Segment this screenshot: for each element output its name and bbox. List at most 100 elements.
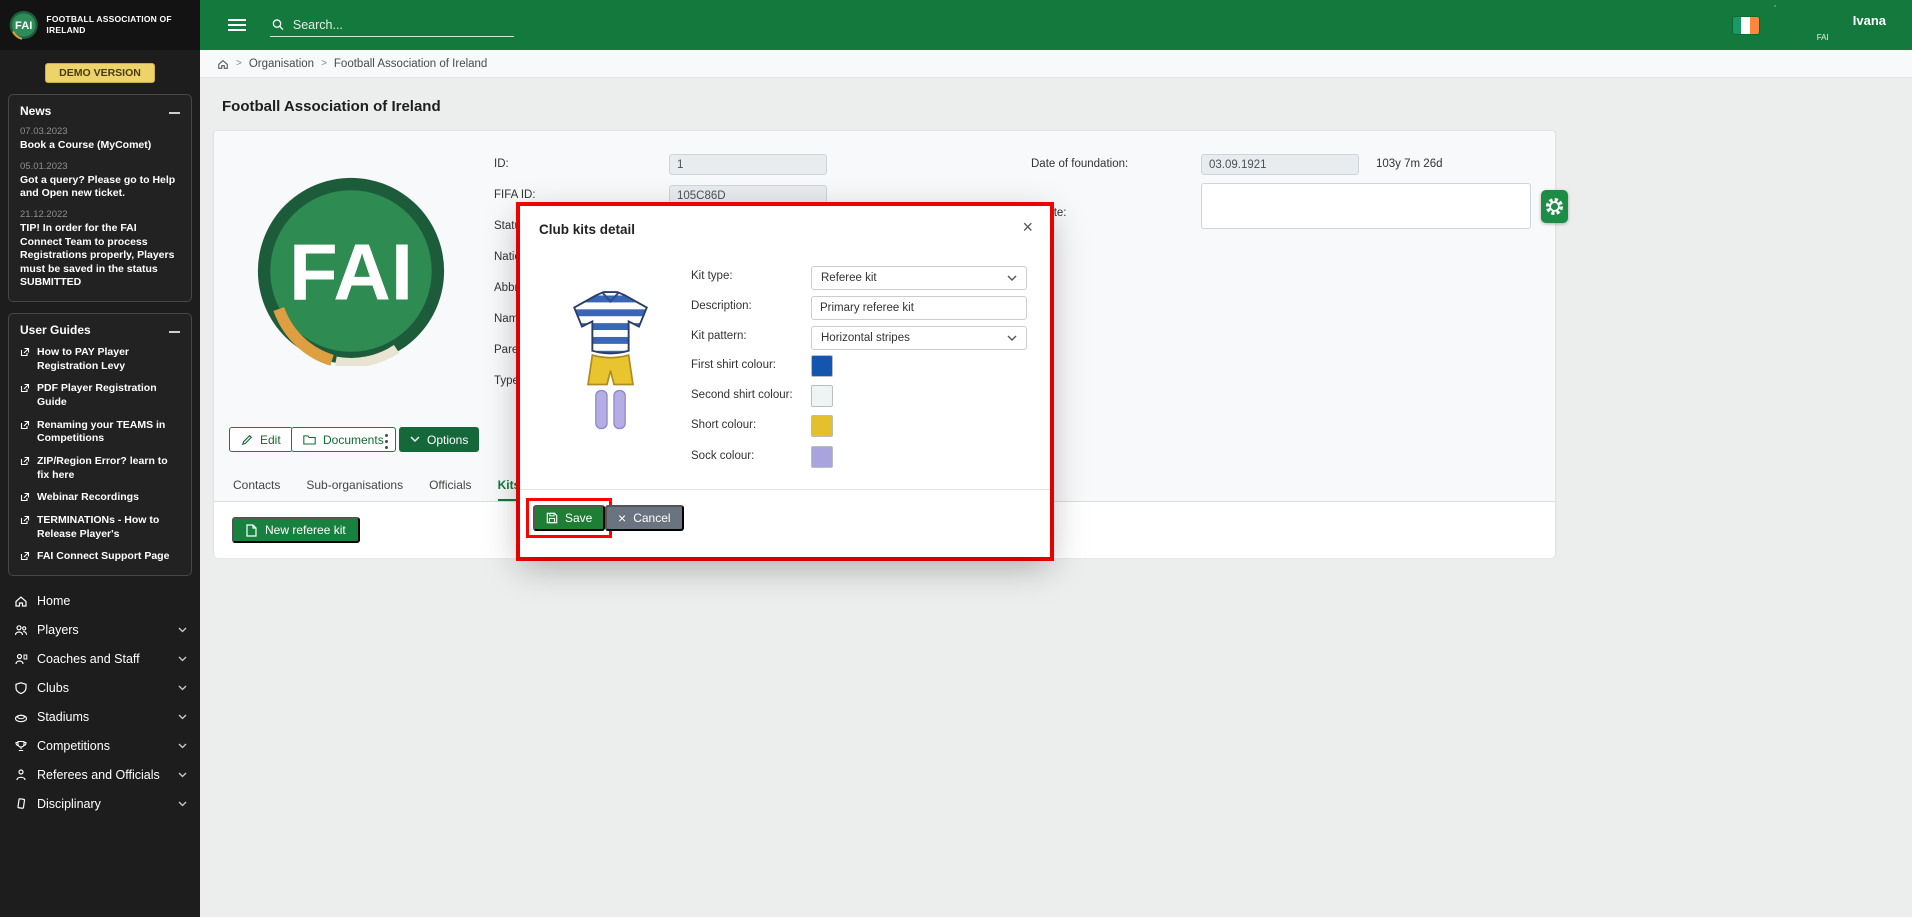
guide-link[interactable]: Webinar Recordings [20,491,180,505]
news-link[interactable]: Book a Course (MyComet) [20,139,180,153]
sock-colour-label: Sock colour: [691,450,754,462]
topbar: FAI Ivana [200,0,1912,50]
sock-colour-swatch[interactable] [811,446,833,468]
card-icon [14,797,28,811]
sidebar-item-home[interactable]: Home [0,587,200,616]
sidebar-item-competitions[interactable]: Competitions [0,732,200,761]
coaches-icon [14,652,28,666]
new-referee-kit-label: New referee kit [265,523,346,537]
chevron-down-icon [410,436,420,443]
foundation-field [1201,154,1359,175]
search-input[interactable] [293,18,512,32]
external-link-icon [20,456,30,466]
nav-label: Disciplinary [37,797,101,811]
chevron-down-icon [178,772,187,778]
new-referee-kit-button[interactable]: New referee kit [232,517,360,543]
external-link-icon [20,492,30,502]
sidebar-item-players[interactable]: Players [0,616,200,645]
document-plus-icon [246,524,257,537]
collapse-icon[interactable] [169,331,180,333]
second-shirt-colour-swatch[interactable] [811,385,833,407]
flag-white-band [1741,17,1750,34]
save-highlight-annotation: Save [526,498,612,538]
short-colour-label: Short colour: [691,419,756,431]
tab-sub-organisations[interactable]: Sub-organisations [306,475,403,501]
guide-label: How to PAY Player Registration Levy [37,346,180,373]
user-guides-title: User Guides [20,323,91,337]
chevron-down-icon [178,801,187,807]
foundation-label: Date of foundation: [1031,158,1128,170]
close-icon[interactable]: × [1022,218,1033,236]
guide-link[interactable]: TERMINATIONs - How to Release Player's [20,514,180,541]
sidebar: FAI FOOTBALL ASSOCIATION OF IRELAND DEMO… [0,0,200,917]
settings-gear-button[interactable] [1541,190,1568,223]
sidebar-item-disciplinary[interactable]: Disciplinary [0,790,200,819]
kit-pattern-select[interactable]: Horizontal stripes [811,326,1027,350]
news-item[interactable]: 21.12.2022 TIP! In order for the FAI Con… [20,209,180,290]
clubs-icon [14,681,28,695]
guide-link[interactable]: FAI Connect Support Page [20,550,180,564]
nav-label: Referees and Officials [37,768,160,782]
page-title: Football Association of Ireland [222,98,441,115]
flag-orange-band [1750,17,1759,34]
news-link[interactable]: TIP! In order for the FAI Connect Team t… [20,222,180,290]
guide-link[interactable]: Renaming your TEAMS in Competitions [20,419,180,446]
chevron-down-icon [1007,335,1017,342]
hamburger-menu-icon[interactable] [228,19,246,31]
collapse-icon[interactable] [169,112,180,114]
nav-label: Competitions [37,739,110,753]
external-link-icon [20,420,30,430]
short-colour-swatch[interactable] [811,415,833,437]
modal-footer-divider [520,489,1050,490]
note-textarea[interactable] [1201,183,1531,229]
sidebar-item-coaches-and-staff[interactable]: Coaches and Staff [0,645,200,674]
options-button[interactable]: Options [399,427,479,452]
guide-link[interactable]: PDF Player Registration Guide [20,382,180,409]
global-search[interactable] [270,14,514,37]
user-name[interactable]: Ivana [1853,13,1886,28]
id-label: ID: [494,158,509,170]
chevron-down-icon [178,627,187,633]
cancel-label: Cancel [633,511,670,525]
sidebar-item-referees-and-officials[interactable]: Referees and Officials [0,761,200,790]
cancel-button[interactable]: × Cancel [605,505,684,531]
guide-link[interactable]: How to PAY Player Registration Levy [20,346,180,373]
kit-pattern-label: Kit pattern: [691,330,747,342]
description-input[interactable] [811,296,1027,320]
tab-officials[interactable]: Officials [429,475,471,501]
breadcrumb-organisation[interactable]: Organisation [249,58,314,70]
guide-label: Renaming your TEAMS in Competitions [37,419,180,446]
save-button[interactable]: Save [533,505,605,531]
external-link-icon [20,347,30,357]
more-actions-icon[interactable] [383,432,390,451]
sidebar-header: FAI FOOTBALL ASSOCIATION OF IRELAND [0,0,200,50]
tab-contacts[interactable]: Contacts [233,475,280,501]
guide-label: TERMINATIONs - How to Release Player's [37,514,180,541]
external-link-icon [20,515,30,525]
nav-label: Players [37,623,79,637]
edit-button[interactable]: Edit [229,427,293,452]
first-shirt-colour-swatch[interactable] [811,355,833,377]
ireland-flag-icon[interactable] [1733,17,1759,34]
kit-type-value: Referee kit [821,272,877,284]
news-item[interactable]: 05.01.2023 Got a query? Please go to Hel… [20,161,180,201]
breadcrumb-separator: > [321,58,327,69]
sidebar-item-stadiums[interactable]: Stadiums [0,703,200,732]
news-item[interactable]: 07.03.2023 Book a Course (MyComet) [20,126,180,153]
external-link-icon [20,383,30,393]
kit-type-select[interactable]: Referee kit [811,266,1027,290]
sidebar-org-name: FOOTBALL ASSOCIATION OF IRELAND [46,14,191,35]
kit-type-label: Kit type: [691,270,733,282]
gear-icon [1545,197,1564,216]
sidebar-nav: Home Players Coaches and Staff Clubs Sta… [0,587,200,819]
documents-button[interactable]: Documents [291,427,396,452]
fifa-id-label: FIFA ID: [494,189,536,201]
demo-version-badge: DEMO VERSION [45,63,155,83]
guide-link[interactable]: ZIP/Region Error? learn to fix here [20,455,180,482]
chevron-down-icon [178,656,187,662]
home-icon[interactable] [217,58,229,70]
news-link[interactable]: Got a query? Please go to Help and Open … [20,174,180,201]
sidebar-item-clubs[interactable]: Clubs [0,674,200,703]
svg-text:FAI: FAI [289,228,413,317]
nav-label: Home [37,594,70,608]
